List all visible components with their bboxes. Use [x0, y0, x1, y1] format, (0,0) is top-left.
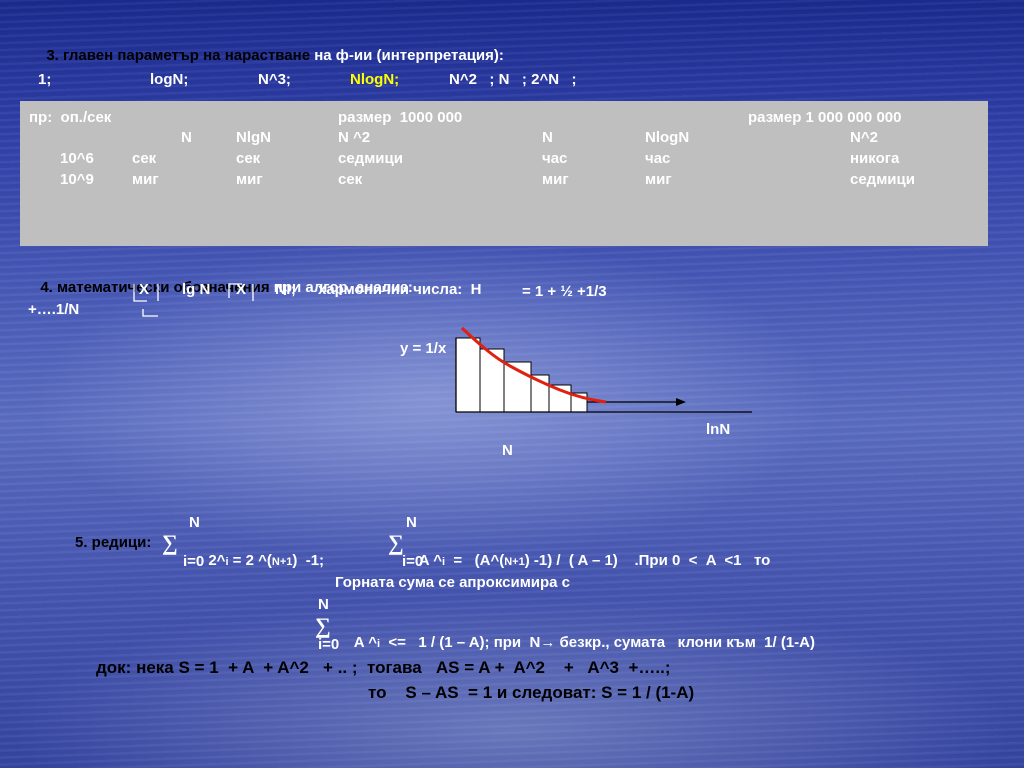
sec5-sum1-base: 2^: [208, 552, 226, 569]
sec5-n-upper-3: N: [318, 596, 329, 613]
sec5-formula-3: A ^i <= 1 / (1 – A); при N→ безкр., сума…: [346, 616, 815, 653]
sum-brace: [142, 309, 158, 317]
sec5-i0-1: i=0: [183, 553, 205, 570]
floor-bracket: [133, 284, 147, 302]
proof-line-2: то S – AS = 1 и следоват: S = 1 / (1-A): [368, 683, 695, 702]
sum-icon-3: ∑: [315, 613, 331, 638]
sec5-eq3b: безкр., сумата клони към 1/ (1-A): [555, 634, 815, 651]
sum-icon-1: ∑: [162, 530, 178, 555]
sec5-n-upper-1: N: [189, 514, 200, 531]
sec5-eq1: = 2 ^(: [228, 552, 272, 569]
sum-icon-2: ∑: [388, 530, 404, 555]
sec5-eq3: <= 1 / (1 – A); при N: [380, 634, 541, 651]
sec5-n-upper-2: N: [406, 514, 417, 531]
arrow-head-icon: [676, 398, 686, 406]
proof-line-1: док: нека S = 1 + A + A^2 + .. ; тогава …: [96, 658, 671, 677]
ceil-bracket-left: [228, 283, 242, 298]
sec5-np1-a: N+1: [271, 556, 293, 568]
sec5-eq2: = (A^(: [445, 552, 505, 569]
sec5-sum3-base: A ^: [353, 634, 377, 651]
sec5-approx: Горната сума се апроксимира с: [335, 574, 571, 591]
n-label: N: [502, 442, 513, 459]
sec5-np1-b: N+1: [504, 556, 525, 568]
bar-1: [455, 337, 481, 413]
right-arrow-icon: →: [540, 634, 556, 651]
sec5-prefix: 5. редици:: [75, 534, 152, 551]
sec5-i0-3: i=0: [318, 636, 340, 653]
sec5-formula-2: A ^i = (A^(N+1) -1) / ( A – 1) .При 0 < …: [411, 534, 770, 571]
sec5-eq2b: ) -1) / ( A – 1) .При 0 < A <1 то: [524, 552, 771, 569]
harmonic-bars: [455, 337, 588, 413]
y-label: y = 1/x: [400, 340, 447, 357]
sec5-formula-1: 2^i = 2 ^(N+1) -1;: [200, 534, 324, 571]
sec5-eq1b: ) -1;: [292, 552, 325, 569]
sec5-i0-2: i=0: [402, 553, 424, 570]
lnn-label: lnN: [706, 421, 731, 438]
floor-ceil-brackets: [133, 283, 254, 317]
